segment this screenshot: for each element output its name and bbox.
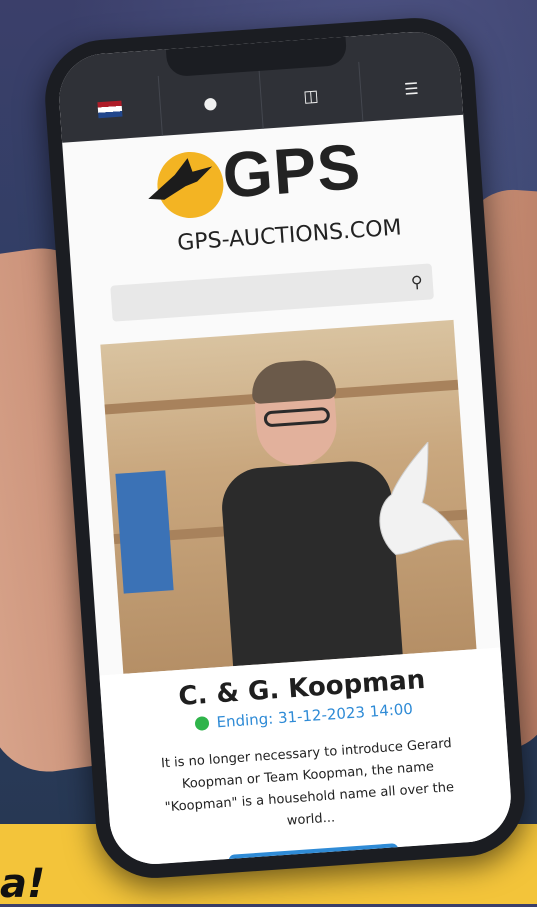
auction-description: It is no longer necessary to introduce G… [160, 736, 455, 829]
blue-loft-panel [115, 470, 174, 594]
language-button[interactable] [57, 75, 163, 143]
banner-text: a! [0, 861, 46, 907]
phone-screen: ● ◫ ☰ GPS GPS-AUCTIONS.COM ⚲ C. & G. Koo… [56, 28, 514, 868]
auction-card: C. & G. Koopman Ending: 31-12-2023 14:00… [99, 647, 514, 868]
logo-wordmark: GPS [220, 130, 364, 212]
search-icon[interactable]: ⚲ [410, 272, 423, 292]
pigeon-logo-icon [148, 158, 213, 200]
white-pigeon-image [379, 440, 465, 556]
basket-icon: ◫ [302, 85, 320, 106]
smartphone: ● ◫ ☰ GPS GPS-AUCTIONS.COM ⚲ C. & G. Koo… [41, 14, 529, 882]
menu-button[interactable]: ☰ [359, 55, 463, 122]
logo-domain: GPS-AUCTIONS.COM [176, 215, 403, 256]
user-icon: ● [202, 92, 218, 113]
menu-icon: ☰ [403, 78, 420, 99]
basket-button[interactable]: ◫ [258, 61, 364, 129]
netherlands-flag-icon [97, 100, 123, 119]
status-dot-icon [194, 716, 210, 731]
hair [250, 358, 337, 405]
auction-photo[interactable] [100, 319, 477, 674]
account-button[interactable]: ● [158, 68, 264, 136]
site-logo[interactable]: GPS GPS-AUCTIONS.COM [63, 125, 473, 283]
